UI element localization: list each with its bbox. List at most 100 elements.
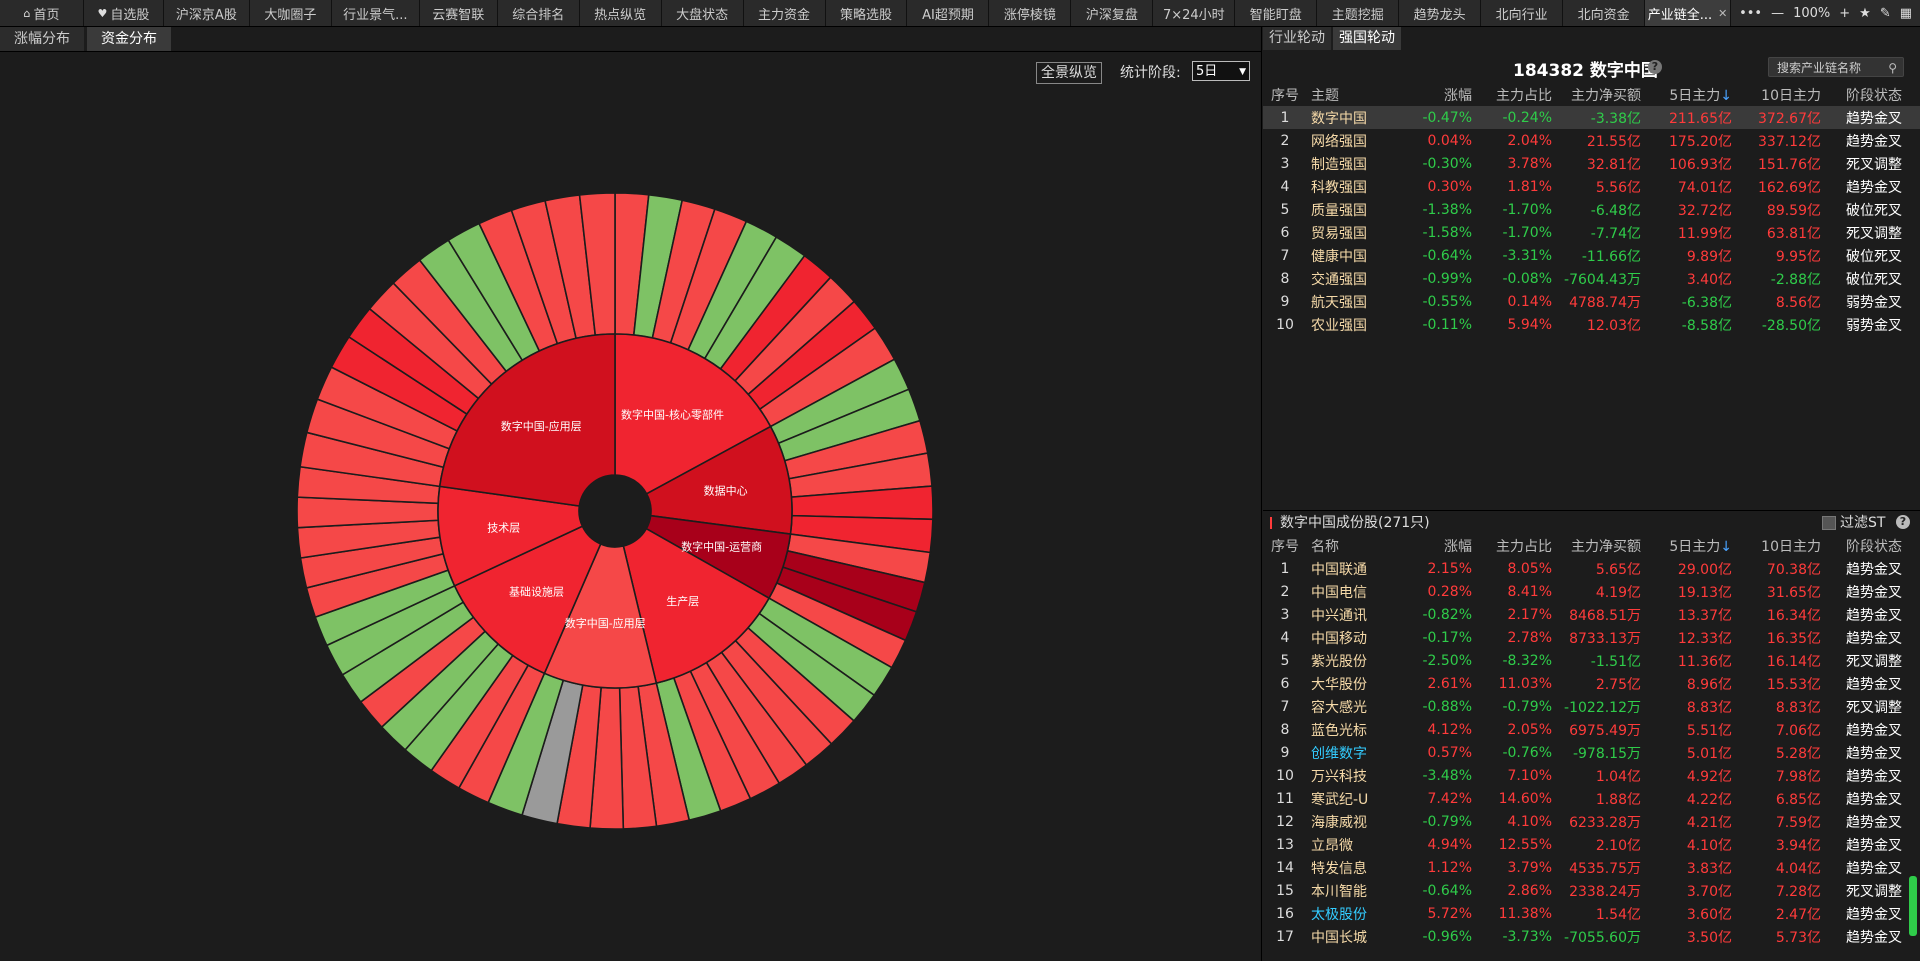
- table-row[interactable]: 10 农业强国 -0.11% 5.94% 12.03亿 -8.58亿 -28.50亿 弱势金叉: [1263, 313, 1920, 336]
- change-pct: 2.61%: [1427, 675, 1472, 692]
- column-header[interactable]: 主力占比: [1472, 536, 1552, 556]
- stage-status: 趋势金叉: [1846, 860, 1902, 877]
- stage-status: 趋势金叉: [1846, 133, 1902, 150]
- tab-8[interactable]: 大盘状态: [662, 0, 744, 26]
- tab-16[interactable]: 主题挖掘: [1317, 0, 1400, 26]
- table-row[interactable]: 1 中国联通 2.15% 8.05% 5.65亿 29.00亿 70.38亿 趋势金叉: [1263, 557, 1920, 580]
- table-row[interactable]: 8 蓝色光标 4.12% 2.05% 6975.49万 5.51亿 7.06亿 趋势金叉: [1263, 718, 1920, 741]
- info-icon[interactable]: ?: [1648, 60, 1662, 74]
- column-header-label: 主力占比: [1496, 538, 1552, 555]
- table-row[interactable]: 8 交通强国 -0.99% -0.08% -7604.43万 3.40亿 -2.88亿 破位死…: [1263, 267, 1920, 290]
- column-header[interactable]: 10日主力: [1732, 85, 1821, 105]
- table-row[interactable]: 5 质量强国 -1.38% -1.70% -6.48亿 32.72亿 89.59亿 破位死叉: [1263, 198, 1920, 221]
- column-header[interactable]: 序号: [1263, 85, 1307, 105]
- tab-1[interactable]: ♥ 自选股: [84, 0, 164, 26]
- tab-11[interactable]: AI超预期: [907, 0, 990, 26]
- filter-st-checkbox[interactable]: 过滤ST: [1822, 513, 1885, 533]
- column-header[interactable]: 主力净买额: [1552, 85, 1641, 105]
- tab-2[interactable]: 沪深京A股: [164, 0, 250, 26]
- scrollbar[interactable]: [1909, 876, 1917, 936]
- column-header[interactable]: 阶段状态: [1821, 536, 1912, 556]
- table-row[interactable]: 17 中国长城 -0.96% -3.73% -7055.60万 3.50亿 5.73亿 趋势金…: [1263, 925, 1920, 948]
- edit-icon[interactable]: ✎: [1880, 6, 1891, 21]
- main-ratio: -0.24%: [1502, 109, 1552, 126]
- five-day-main: 74.01亿: [1677, 179, 1732, 196]
- tab-13[interactable]: 沪深复盘: [1071, 0, 1154, 26]
- table-row[interactable]: 3 中兴通讯 -0.82% 2.17% 8468.51万 13.37亿 16.34亿 趋势金叉: [1263, 603, 1920, 626]
- column-header[interactable]: 主力净买额: [1552, 536, 1641, 556]
- tab-14[interactable]: 7×24小时: [1153, 0, 1236, 26]
- search-placeholder: 搜索产业链名称: [1777, 61, 1862, 75]
- ten-day-main: 16.35亿: [1766, 630, 1821, 647]
- table-row[interactable]: 3 制造强国 -0.30% 3.78% 32.81亿 106.93亿 151.76亿 死叉调整: [1263, 152, 1920, 175]
- column-header[interactable]: 涨幅: [1405, 85, 1472, 105]
- tab-12[interactable]: 涨停棱镜: [989, 0, 1072, 26]
- zoom-level[interactable]: 100%: [1793, 6, 1830, 21]
- table-row[interactable]: 6 大华股份 2.61% 11.03% 2.75亿 8.96亿 15.53亿 趋势金叉: [1263, 672, 1920, 695]
- tab-17[interactable]: 趋势龙头: [1399, 0, 1482, 26]
- grid-icon[interactable]: ▦: [1900, 6, 1912, 21]
- table-row[interactable]: 10 万兴科技 -3.48% 7.10% 1.04亿 4.92亿 7.98亿 趋势金叉: [1263, 764, 1920, 787]
- table-row[interactable]: 2 中国电信 0.28% 8.41% 4.19亿 19.13亿 31.65亿 趋势金叉: [1263, 580, 1920, 603]
- sunburst-chart[interactable]: 数字中国-核心零部件数据中心数字中国-运营商生产层数字中国-应用层基础设施层技术…: [230, 126, 1000, 896]
- table-row[interactable]: 14 特发信息 1.12% 3.79% 4535.75万 3.83亿 4.04亿 趋势金叉: [1263, 856, 1920, 879]
- row-index: 6: [1280, 675, 1290, 692]
- row-name: 创维数字: [1311, 745, 1367, 762]
- tab-price-distribution[interactable]: 涨幅分布: [0, 27, 84, 51]
- table-row[interactable]: 7 容大感光 -0.88% -0.79% -1022.12万 8.83亿 8.83亿 死叉调整: [1263, 695, 1920, 718]
- period-select[interactable]: 5日 ▼: [1192, 61, 1250, 81]
- column-header[interactable]: 阶段状态: [1821, 85, 1912, 105]
- table-row[interactable]: 6 贸易强国 -1.58% -1.70% -7.74亿 11.99亿 63.81亿 死叉调整: [1263, 221, 1920, 244]
- table-row[interactable]: 15 本川智能 -0.64% 2.86% 2338.24万 3.70亿 7.28亿 死叉调整: [1263, 879, 1920, 902]
- change-pct: -0.79%: [1422, 813, 1472, 830]
- change-pct: -1.58%: [1422, 224, 1472, 241]
- tab-4[interactable]: 行业景气...: [332, 0, 420, 26]
- table-row[interactable]: 7 健康中国 -0.64% -3.31% -11.66亿 9.89亿 9.95亿 破位死叉: [1263, 244, 1920, 267]
- tab-7[interactable]: 热点纵览: [580, 0, 662, 26]
- column-header[interactable]: 主题: [1307, 85, 1405, 105]
- zoom-in-icon[interactable]: +: [1839, 6, 1850, 21]
- table-row[interactable]: 13 立昂微 4.94% 12.55% 2.10亿 4.10亿 3.94亿 趋势金叉: [1263, 833, 1920, 856]
- tab-19[interactable]: 北向资金: [1563, 0, 1646, 26]
- tab-nation-rotation[interactable]: 强国轮动: [1333, 27, 1401, 50]
- main-net-buy: 5.65亿: [1595, 561, 1641, 578]
- table-row[interactable]: 12 海康威视 -0.79% 4.10% 6233.28万 4.21亿 7.59亿 趋势金叉: [1263, 810, 1920, 833]
- tab-0[interactable]: ⌂ 首页: [0, 0, 84, 26]
- column-header[interactable]: 名称: [1307, 536, 1405, 556]
- table-row[interactable]: 1 数字中国 -0.47% -0.24% -3.38亿 211.65亿 372.67亿 趋势金…: [1263, 106, 1920, 129]
- tab-20[interactable]: 产业链全... ✕: [1645, 0, 1732, 26]
- column-header[interactable]: 10日主力: [1732, 536, 1821, 556]
- tab-9[interactable]: 主力资金: [744, 0, 826, 26]
- tab-5[interactable]: 云赛智联: [420, 0, 498, 26]
- tab-industry-rotation[interactable]: 行业轮动: [1263, 27, 1331, 50]
- table-row[interactable]: 11 寒武纪-U 7.42% 14.60% 1.88亿 4.22亿 6.85亿 趋势金叉: [1263, 787, 1920, 810]
- chain-search-input[interactable]: 搜索产业链名称 ⚲: [1768, 57, 1904, 77]
- help-icon[interactable]: ?: [1896, 515, 1910, 529]
- column-header[interactable]: 序号: [1263, 536, 1307, 556]
- table-row[interactable]: 9 创维数字 0.57% -0.76% -978.15万 5.01亿 5.28亿 趋势金叉: [1263, 741, 1920, 764]
- close-icon[interactable]: ✕: [1718, 7, 1727, 20]
- tab-fund-distribution[interactable]: 资金分布: [87, 27, 171, 51]
- main-net-buy: 1.88亿: [1595, 791, 1641, 808]
- table-row[interactable]: 9 航天强国 -0.55% 0.14% 4788.74万 -6.38亿 8.56亿 弱势金叉: [1263, 290, 1920, 313]
- panorama-overview-button[interactable]: 全景纵览: [1036, 62, 1102, 84]
- table-row[interactable]: 4 科教强国 0.30% 1.81% 5.56亿 74.01亿 162.69亿 趋势金叉: [1263, 175, 1920, 198]
- zoom-out-icon[interactable]: —: [1771, 6, 1784, 21]
- row-name: 中国移动: [1311, 630, 1367, 647]
- tab-6[interactable]: 综合排名: [498, 0, 580, 26]
- column-header[interactable]: 涨幅: [1405, 536, 1472, 556]
- table-row[interactable]: 5 紫光股份 -2.50% -8.32% -1.51亿 11.36亿 16.14亿 死叉调整: [1263, 649, 1920, 672]
- table-row[interactable]: 2 网络强国 0.04% 2.04% 21.55亿 175.20亿 337.12亿 趋势金叉: [1263, 129, 1920, 152]
- table-row[interactable]: 16 太极股份 5.72% 11.38% 1.54亿 3.60亿 2.47亿 趋势金叉: [1263, 902, 1920, 925]
- row-index: 9: [1280, 744, 1290, 761]
- tab-18[interactable]: 北向行业: [1481, 0, 1564, 26]
- tab-15[interactable]: 智能盯盘: [1235, 0, 1318, 26]
- star-icon[interactable]: ★: [1859, 6, 1871, 21]
- tab-10[interactable]: 策略选股: [826, 0, 908, 26]
- tab-3[interactable]: 大咖圈子: [250, 0, 332, 26]
- column-header[interactable]: 5日主力↓: [1641, 85, 1732, 105]
- table-row[interactable]: 4 中国移动 -0.17% 2.78% 8733.13万 12.33亿 16.35亿 趋势金叉: [1263, 626, 1920, 649]
- more-icon[interactable]: •••: [1739, 6, 1762, 21]
- column-header[interactable]: 主力占比: [1472, 85, 1552, 105]
- column-header[interactable]: 5日主力↓: [1641, 536, 1732, 556]
